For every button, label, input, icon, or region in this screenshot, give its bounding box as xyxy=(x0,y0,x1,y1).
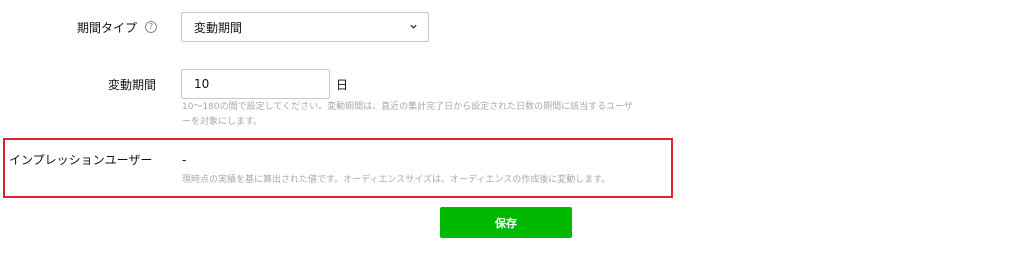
period-type-selected-value: 変動期間 xyxy=(194,20,243,35)
variable-period-help-line1: 10〜180の間で設定してください。変動期間は、直近の集計完了日から設定された日… xyxy=(182,102,633,112)
period-type-label: 期間タイプ xyxy=(77,21,138,35)
highlight-box xyxy=(3,138,673,198)
save-button[interactable]: 保存 xyxy=(440,207,572,238)
period-type-select[interactable]: 変動期間 xyxy=(181,12,429,42)
variable-period-days-input[interactable] xyxy=(181,69,330,99)
impression-users-label: インプレッションユーザー xyxy=(9,153,153,167)
impression-users-help: 現時点の実績を基に算出された値です。オーディエンスサイズは、オーディエンスの作成… xyxy=(182,175,611,185)
impression-users-value: - xyxy=(182,153,187,167)
variable-period-help-line2: ーを対象にします。 xyxy=(182,117,263,127)
chevron-down-icon xyxy=(410,24,417,29)
variable-period-help: 10〜180の間で設定してください。変動期間は、直近の集計完了日から設定された日… xyxy=(182,100,633,130)
help-icon[interactable]: ? xyxy=(145,21,157,33)
days-unit-label: 日 xyxy=(336,78,349,92)
audience-settings-form: 期間タイプ ? 変動期間 変動期間 日 10〜180の間で設定してください。変動… xyxy=(0,0,1013,257)
variable-period-label: 変動期間 xyxy=(108,78,157,92)
